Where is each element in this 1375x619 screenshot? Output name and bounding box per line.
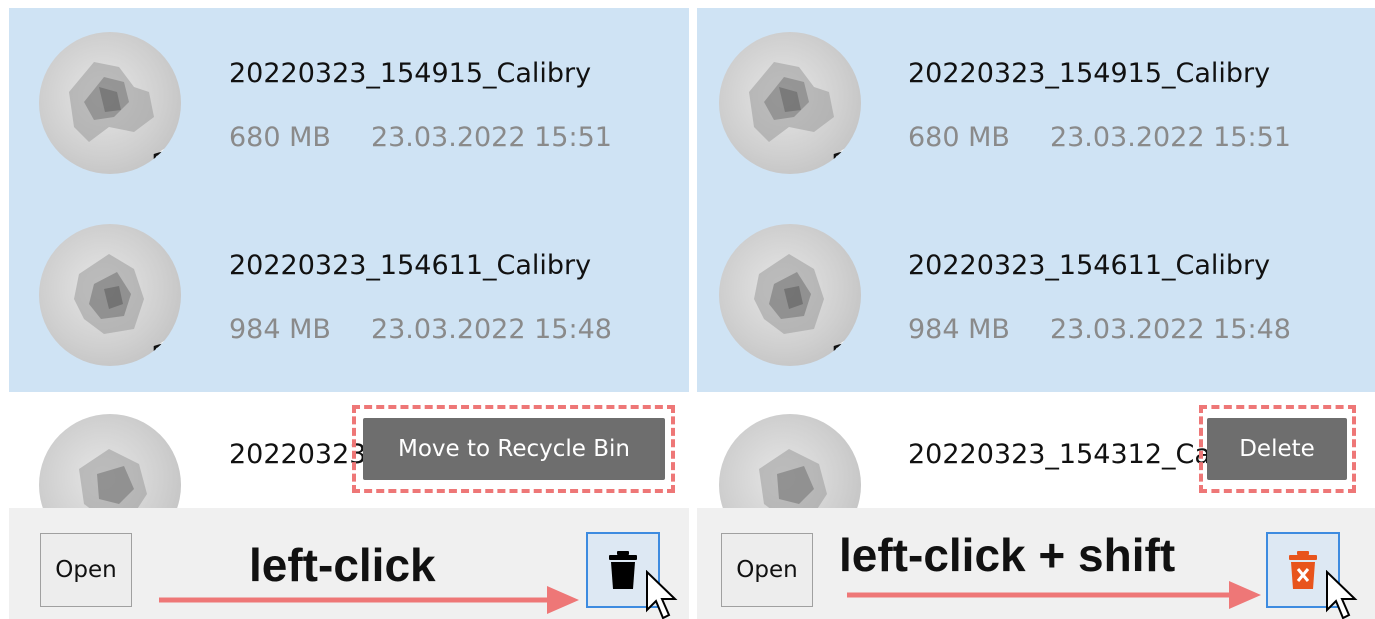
item-name: 20220323_154611_Calibry: [908, 250, 1271, 281]
item-name: 20220323_154915_Calibry: [229, 58, 592, 89]
model-badge-icon: [829, 145, 861, 174]
mouse-cursor-icon: [646, 570, 678, 619]
item-size: 680 MB: [229, 122, 331, 153]
list-item[interactable]: 20220323_154915_Calibry 680 MB 23.03.2022…: [9, 8, 689, 200]
tooltip: Delete: [1207, 418, 1347, 480]
open-button[interactable]: Open: [721, 533, 813, 607]
tooltip: Move to Recycle Bin: [363, 418, 665, 480]
model-badge-icon: [829, 337, 861, 366]
annotation-arrow: [847, 581, 1261, 609]
item-date: 23.03.2022 15:48: [1049, 314, 1291, 345]
mouse-cursor-icon: [1326, 570, 1358, 619]
panel-left: 20220323_154915_Calibry 680 MB 23.03.2022…: [9, 0, 689, 619]
item-meta: 984 MB 23.03.2022 15:48: [908, 314, 1291, 345]
list-item[interactable]: 20220323_154915_Calibry 680 MB 23.03.2022…: [697, 8, 1375, 200]
model-badge-icon: [149, 145, 181, 174]
annotation-arrow: [159, 586, 579, 614]
list-item[interactable]: 20220323_154611_Calibry 984 MB 23.03.2022…: [9, 200, 689, 392]
bottom-toolbar: Open left-click + shift: [697, 508, 1375, 619]
annotation-caption: left-click + shift: [839, 529, 1176, 581]
scan-thumbnail: [719, 32, 861, 174]
scan-thumbnail: [719, 224, 861, 366]
item-date: 23.03.2022 15:51: [1049, 122, 1291, 153]
item-date: 23.03.2022 15:48: [370, 314, 612, 345]
open-button[interactable]: Open: [40, 533, 132, 607]
model-badge-icon: [149, 337, 181, 366]
trash-icon: [609, 551, 637, 589]
item-name: 20220323_154915_Calibry: [908, 58, 1271, 89]
panel-right: 20220323_154915_Calibry 680 MB 23.03.2022…: [697, 0, 1375, 619]
bottom-toolbar: Open left-click: [9, 508, 689, 619]
item-size: 984 MB: [229, 314, 331, 345]
trash-delete-icon: [1289, 551, 1317, 589]
item-size: 680 MB: [908, 122, 1010, 153]
item-date: 23.03.2022 15:51: [370, 122, 612, 153]
scan-thumbnail: [39, 224, 181, 366]
item-meta: 680 MB 23.03.2022 15:51: [229, 122, 612, 153]
item-name: 20220323_154611_Calibry: [229, 250, 592, 281]
item-size: 984 MB: [908, 314, 1010, 345]
scan-thumbnail: [39, 32, 181, 174]
item-meta: 680 MB 23.03.2022 15:51: [908, 122, 1291, 153]
list-item[interactable]: 20220323_154611_Calibry 984 MB 23.03.2022…: [697, 200, 1375, 392]
item-meta: 984 MB 23.03.2022 15:48: [229, 314, 612, 345]
